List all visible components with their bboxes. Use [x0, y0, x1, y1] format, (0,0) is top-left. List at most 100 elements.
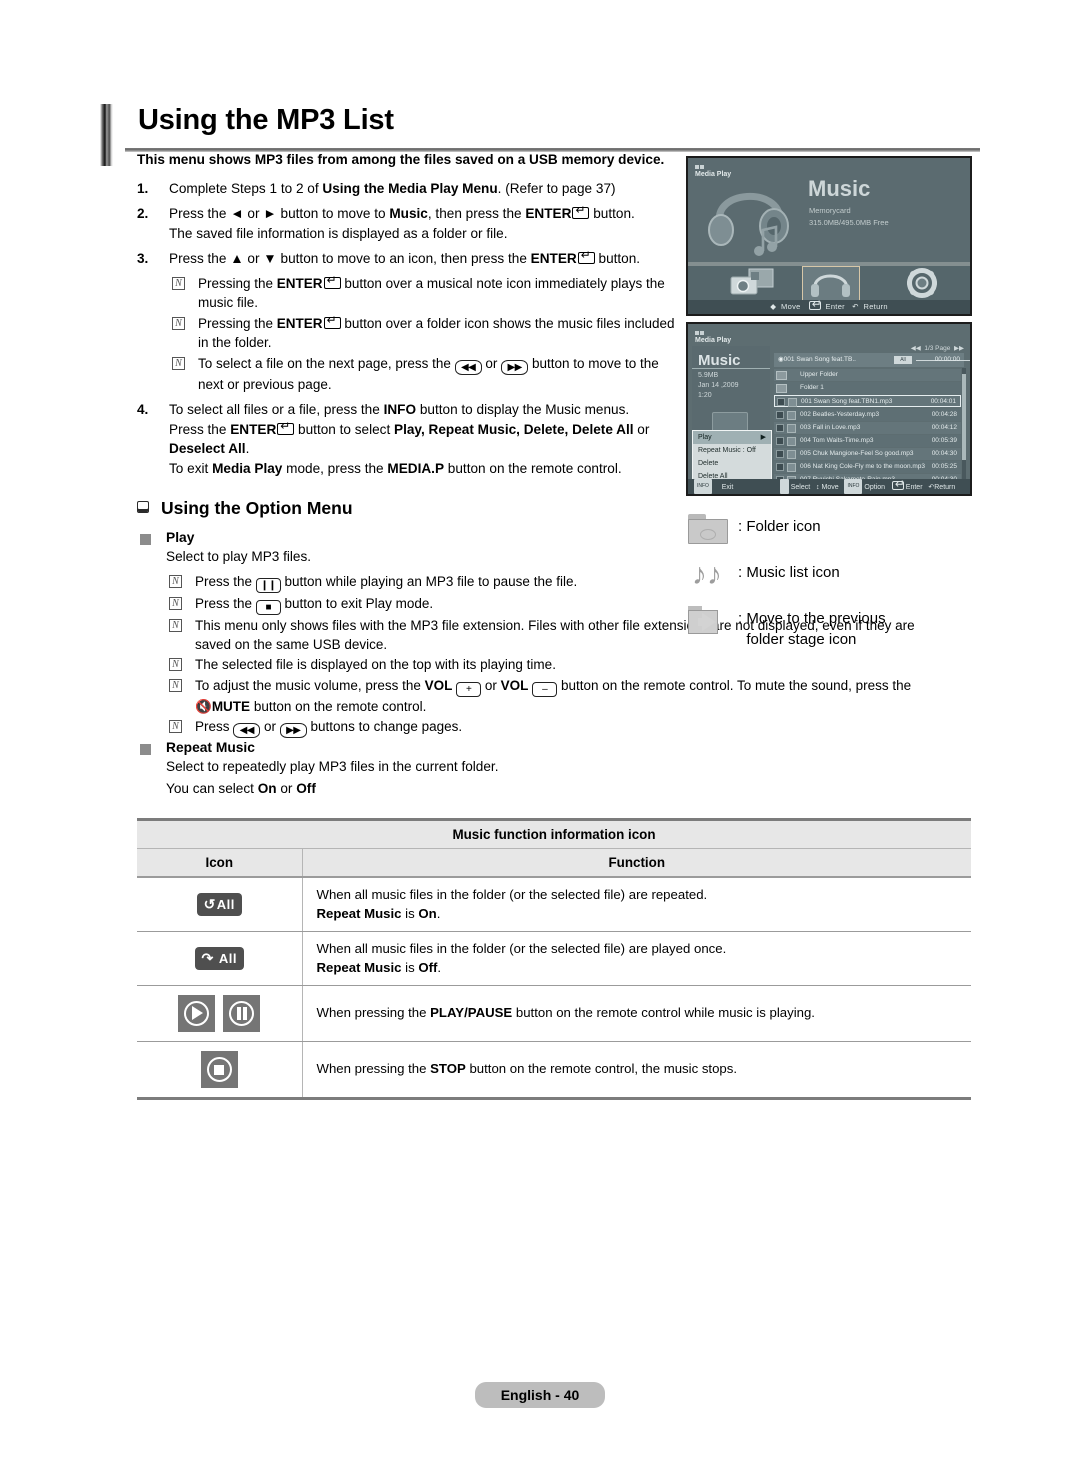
tv1-foot-move: Move — [781, 302, 801, 311]
list-item[interactable]: 004 Tom Waits-Time.mp3 00:05:39 — [774, 435, 961, 448]
music-list-screenshot: Media Play Music 5.9MB Jan 14 ,2009 1:20… — [686, 322, 972, 496]
enter-key-icon — [808, 298, 822, 310]
square-bullet-icon — [137, 501, 149, 513]
music-note-icon — [788, 397, 797, 407]
table-row: When pressing the STOP button on the rem… — [137, 1041, 971, 1100]
tv2-panel-title: Music — [698, 352, 741, 369]
tv2-foot-select: Select — [790, 484, 811, 491]
stop-icon — [200, 1051, 238, 1088]
tv2-foot-option: Option — [864, 484, 885, 491]
tv2-pager: ◀◀ 1/3 Page ▶▶ — [911, 344, 964, 352]
note-item: N Press ◀◀ or ▶▶ buttons to change pages… — [166, 717, 927, 739]
checkbox[interactable] — [776, 424, 784, 432]
repeat-all-badge-icon: All — [894, 356, 912, 364]
play-icon — [178, 995, 216, 1032]
cell-function: When pressing the STOP button on the rem… — [302, 1041, 971, 1100]
repeat-music-description: Select to repeatedly play MP3 files in t… — [166, 759, 499, 774]
steps-list: 1. Complete Steps 1 to 2 of Using the Me… — [137, 179, 685, 479]
checkbox[interactable] — [776, 437, 784, 445]
media-play-logo: Media Play — [695, 330, 731, 344]
tv1-footer-bar: ◆ Move Enter ↶ Return — [688, 298, 970, 314]
filled-square-bullet-icon — [140, 534, 151, 545]
table-row: ↺All When all music files in the folder … — [137, 877, 971, 932]
enter-key-icon — [577, 249, 595, 265]
step-1-number: 1. — [137, 180, 149, 196]
note-pencil-icon: N — [169, 596, 182, 610]
step-2-number: 2. — [137, 206, 149, 222]
cell-icon — [137, 985, 303, 1042]
gear-icon — [907, 268, 937, 298]
page-number-badge: English - 40 — [474, 1382, 606, 1408]
tv1-device-name: Memorycard — [809, 206, 851, 215]
music-note-icon: ♪♪ — [692, 558, 722, 591]
list-item[interactable]: Folder 1 — [774, 382, 961, 395]
note-pencil-icon: N — [169, 678, 182, 692]
cell-icon: ↷ All — [137, 931, 303, 986]
music-function-table: Music function information icon Icon Fun… — [137, 818, 971, 1100]
enter-key-icon — [572, 204, 590, 220]
page-header: Using the MP3 List — [100, 100, 980, 166]
step-4-number: 4. — [137, 401, 149, 417]
note-pencil-icon: N — [169, 720, 182, 734]
list-item-duration: 00:04:28 — [931, 411, 957, 418]
tv2-scrollbar[interactable] — [962, 368, 966, 486]
list-item[interactable]: Upper Folder — [774, 369, 961, 382]
list-item-duration: 00:04:30 — [931, 450, 957, 457]
note-pencil-icon: N — [169, 618, 182, 632]
tv1-foot-return: Return — [863, 302, 888, 311]
step-3-number: 3. — [137, 251, 149, 267]
note-item: N Pressing the ENTER button over a folde… — [169, 314, 685, 353]
checkbox[interactable] — [776, 463, 784, 471]
checkbox[interactable] — [777, 398, 785, 406]
repeat-music-section: Repeat Music Select to repeatedly play M… — [137, 740, 685, 800]
note-item: N Pressing the ENTER button over a music… — [169, 274, 685, 313]
info-key-badge-icon: INFO — [694, 479, 712, 494]
checkbox[interactable] — [776, 411, 784, 419]
step-4: 4. To select all files or a file, press … — [137, 400, 685, 478]
step-3-text: Press the ▲ or ▼ button to move to an ic… — [169, 249, 640, 266]
instructions-column: This menu shows MP3 files from among the… — [137, 150, 685, 484]
info-key-icon: INFO — [844, 479, 863, 494]
title-accent-bar — [100, 104, 113, 166]
repeat-music-subheading: Repeat Music — [137, 740, 685, 755]
cell-function: When all music files in the folder (or t… — [302, 877, 971, 932]
list-item[interactable]: 001 Swan Song feat.TBN1.mp3 00:04:01 — [774, 395, 961, 408]
tv2-panel-size: 5.9MB — [698, 372, 719, 379]
repeat-music-options: You can select On or Off — [166, 780, 316, 796]
list-item[interactable]: 005 Chuk Mangione-Feel So good.mp3 00:04… — [774, 448, 961, 461]
row-line-1: When all music files in the folder (or t… — [316, 887, 708, 902]
list-item[interactable]: 002 Beatles-Yesterday.mp3 00:04:28 — [774, 409, 961, 422]
option-menu-item-play[interactable]: Play ▶ — [693, 431, 771, 444]
list-item[interactable]: 006 Nat King Cole-Fly me to the moon.mp3… — [774, 461, 961, 474]
option-menu-item-repeat-music[interactable]: Repeat Music : Off — [693, 444, 771, 457]
list-item-label: 002 Beatles-Yesterday.mp3 — [800, 411, 880, 418]
list-item-label: 004 Tom Waits-Time.mp3 — [800, 437, 874, 444]
checkbox[interactable] — [776, 450, 784, 458]
legend-previous-folder-label: : Move to the previous folder stage icon — [738, 610, 886, 648]
note-item: N To adjust the music volume, press the … — [166, 676, 927, 716]
step-1: 1. Complete Steps 1 to 2 of Using the Me… — [137, 179, 685, 199]
music-note-icon — [787, 436, 796, 446]
next-page-icon[interactable]: ▶▶ — [954, 345, 964, 352]
tv2-foot-hints: Select ↕ Move INFO Option Enter ↶Return — [780, 478, 956, 494]
music-note-icon — [787, 410, 796, 420]
fast-forward-key-icon: ▶▶ — [501, 359, 529, 375]
dpad-icon: ◆ — [770, 302, 777, 311]
step-3-notes: N Pressing the ENTER button over a music… — [169, 274, 685, 394]
tv2-foot-enter: Enter — [905, 484, 923, 491]
legend-music-label: : Music list icon — [738, 564, 840, 581]
tv2-foot-return: Return — [934, 484, 956, 491]
tv2-panel-date: Jan 14 ,2009 — [698, 382, 739, 389]
tv2-now-playing-time: 00:00:00 — [934, 356, 960, 363]
fast-forward-key-icon: ▶▶ — [279, 723, 307, 739]
note-pencil-icon: N — [169, 658, 182, 672]
prev-page-icon[interactable]: ◀◀ — [911, 345, 921, 352]
option-menu-item-delete[interactable]: Delete — [693, 457, 771, 470]
list-item[interactable]: 003 Fall in Love.mp3 00:04:12 — [774, 422, 961, 435]
legend-row-folder: : Folder icon — [686, 512, 986, 554]
cell-function: When all music files in the folder (or t… — [302, 931, 971, 986]
repeat-all-on-icon: ↺All — [196, 893, 242, 916]
updown-icon: ↕ — [816, 484, 820, 491]
column-header-function: Function — [302, 848, 971, 878]
note-text: Pressing the — [198, 315, 277, 331]
